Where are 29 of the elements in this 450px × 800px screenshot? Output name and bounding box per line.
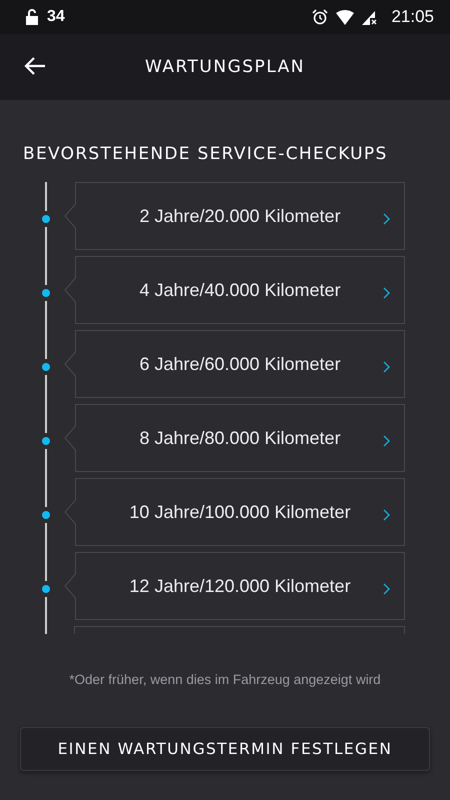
chevron-right-icon xyxy=(383,213,390,225)
chevron-right-icon xyxy=(383,361,390,373)
clock-time: 21:05 xyxy=(391,7,434,27)
footnote: *Oder früher, wenn dies im Fahrzeug angezeigt wird xyxy=(68,672,382,687)
timeline-dot xyxy=(42,215,50,223)
signal-icon xyxy=(362,10,378,24)
timeline-dot xyxy=(42,363,50,371)
notification-count: 34 xyxy=(47,8,65,26)
checkup-item[interactable]: 8 Jahre/80.000 Kilometer xyxy=(64,404,405,472)
timeline-dot xyxy=(42,289,50,297)
page-title: WARTUNGSPLAN xyxy=(144,57,306,77)
timeline-dot xyxy=(42,585,50,593)
checkup-item[interactable]: 10 Jahre/100.000 Kilometer xyxy=(64,478,405,546)
chevron-right-icon xyxy=(383,583,390,595)
section-title: BEVORSTEHENDE SERVICE-CHECKUPS xyxy=(23,144,389,164)
checkup-item[interactable]: 12 Jahre/120.000 Kilometer xyxy=(64,552,405,620)
alarm-icon xyxy=(312,9,328,25)
lock-icon xyxy=(25,9,39,25)
checkup-item[interactable]: 2 Jahre/20.000 Kilometer xyxy=(64,182,405,250)
wifi-icon xyxy=(336,10,354,24)
checkup-item[interactable]: 4 Jahre/40.000 Kilometer xyxy=(64,256,405,324)
timeline-dot xyxy=(42,511,50,519)
back-arrow-icon[interactable] xyxy=(24,57,46,75)
checkup-item[interactable]: 6 Jahre/60.000 Kilometer xyxy=(64,330,405,398)
chevron-right-icon xyxy=(383,435,390,447)
chevron-right-icon xyxy=(383,509,390,521)
schedule-appointment-button[interactable]: EINEN WARTUNGSTERMIN FESTLEGEN xyxy=(20,727,430,771)
timeline-dot xyxy=(42,437,50,445)
chevron-right-icon xyxy=(383,287,390,299)
